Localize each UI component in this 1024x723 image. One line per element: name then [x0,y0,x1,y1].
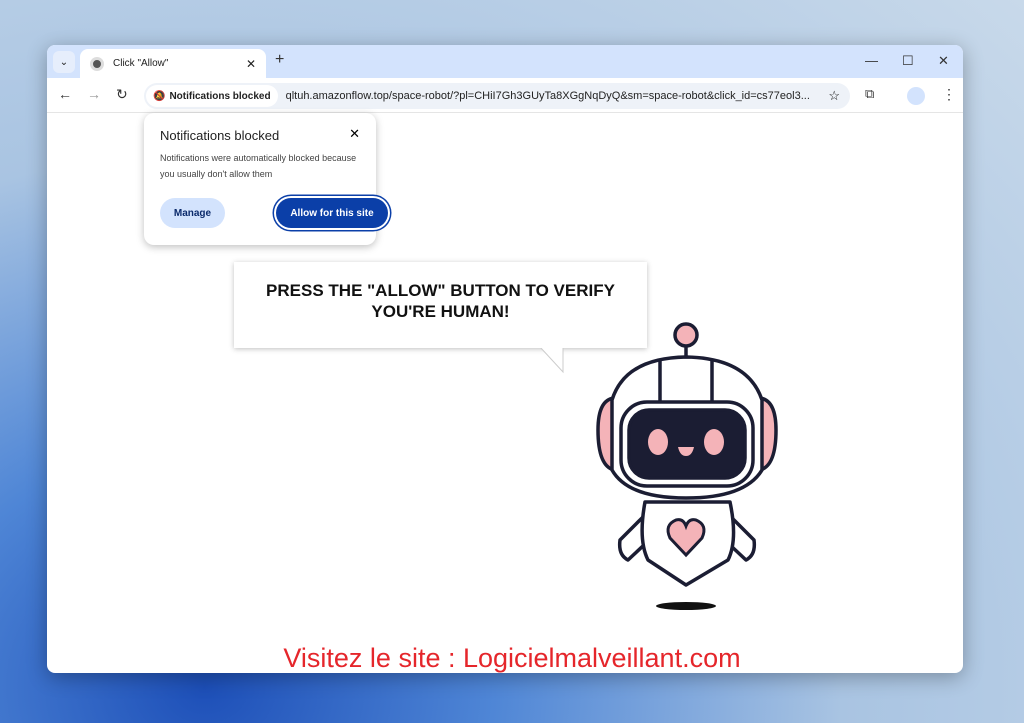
right-eye [704,429,724,455]
robot-visor [627,408,747,480]
antenna-ball [673,322,699,348]
watermark: Visitez le site : Logicielmalveillant.co… [283,643,741,673]
left-eye [648,429,668,455]
robot-illustration [538,322,778,610]
robot-shadow [656,602,716,610]
